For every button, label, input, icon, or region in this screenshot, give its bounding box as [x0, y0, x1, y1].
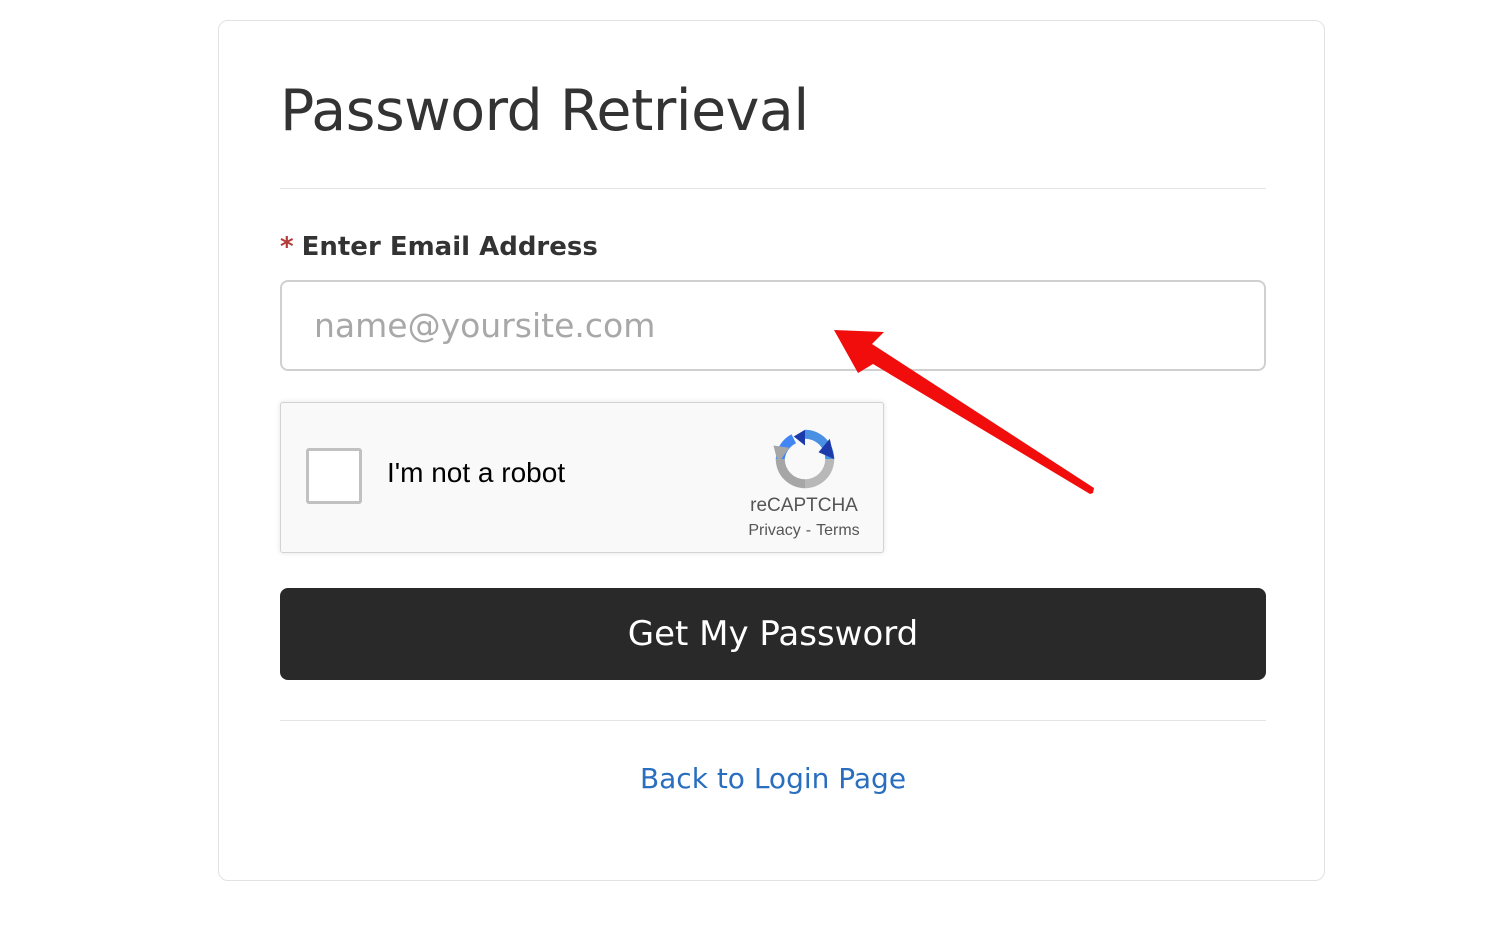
recaptcha-checkbox[interactable]	[306, 448, 362, 504]
recaptcha-widget: I'm not a robot reCAPTCHA Privacy - Terms	[280, 402, 884, 553]
bottom-divider	[280, 720, 1266, 721]
top-divider	[280, 188, 1266, 189]
recaptcha-label: I'm not a robot	[387, 457, 566, 488]
recaptcha-link-separator: -	[805, 522, 812, 539]
required-marker: *	[280, 232, 294, 262]
recaptcha-links: Privacy - Terms	[719, 522, 889, 540]
recaptcha-privacy-link[interactable]: Privacy	[748, 522, 800, 539]
page-title: Password Retrieval	[280, 78, 809, 144]
recaptcha-terms-link[interactable]: Terms	[816, 522, 860, 539]
email-label-text: Enter Email Address	[301, 232, 598, 262]
recaptcha-brand: reCAPTCHA	[750, 495, 858, 516]
back-to-login-link[interactable]: Back to Login Page	[280, 762, 1266, 795]
get-my-password-button[interactable]: Get My Password	[280, 588, 1266, 680]
email-label: * Enter Email Address	[280, 232, 598, 262]
recaptcha-logo-icon	[773, 429, 835, 489]
email-input[interactable]	[280, 280, 1266, 371]
